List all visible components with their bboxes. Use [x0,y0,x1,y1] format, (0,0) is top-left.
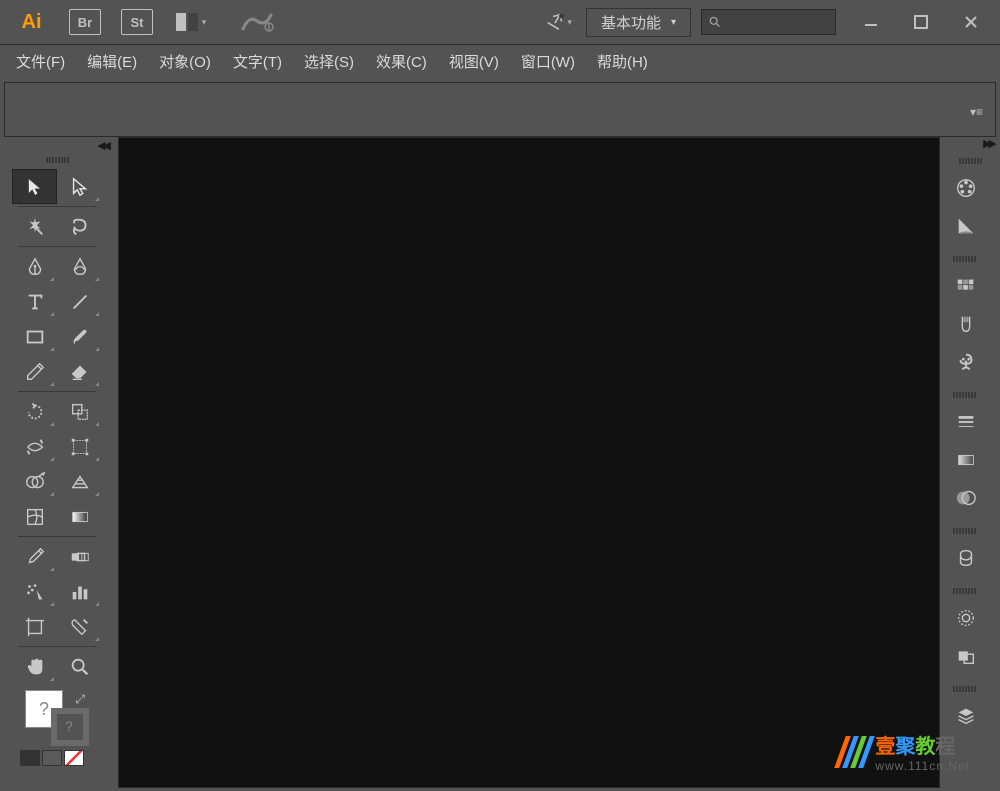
panel-group-grip[interactable] [944,527,984,535]
symbol-sprayer-tool[interactable] [12,574,57,609]
scale-tool[interactable] [57,394,102,429]
symbols-panel-button[interactable] [944,343,988,381]
pen-tool[interactable] [12,249,57,284]
menu-edit[interactable]: 编辑(E) [87,51,137,72]
right-panel-dock [940,153,1000,788]
workspace-switcher[interactable]: 基本功能▾ [586,8,691,37]
arrange-documents-button[interactable]: ▾ [173,9,209,35]
paintbrush-tool[interactable] [57,319,102,354]
selection-tool[interactable] [12,169,57,204]
tools-panel-grip[interactable] [12,155,102,165]
swatches-panel-button[interactable] [944,267,988,305]
hand-tool[interactable] [12,649,57,684]
type-tool[interactable] [12,284,57,319]
draw-mode-swatch[interactable] [64,750,84,766]
panel-group-grip[interactable] [944,255,984,263]
app-logo: Ai [14,5,49,40]
panel-group-grip[interactable] [944,685,984,693]
search-input[interactable] [701,9,836,35]
close-button[interactable] [946,7,996,37]
minimize-button[interactable] [846,7,896,37]
gradient-panel-button[interactable] [944,441,988,479]
mesh-tool[interactable] [12,499,57,534]
slice-tool[interactable] [57,609,102,644]
eraser-tool[interactable] [57,354,102,389]
eyedropper-tool[interactable] [12,539,57,574]
control-bar: ▾≡ [4,82,996,137]
draw-mode-swatch[interactable] [42,750,62,766]
sync-settings-icon[interactable]: ▾ [546,9,572,35]
watermark: 壹聚教程 www.111cn.Net [840,730,970,773]
panel-group-grip[interactable] [944,391,984,399]
blend-tool[interactable] [57,539,102,574]
rotate-tool[interactable] [12,394,57,429]
line-segment-tool[interactable] [57,284,102,319]
width-tool[interactable] [12,429,57,464]
collapse-panels-icon[interactable]: ▶▶ [983,137,994,153]
menu-window[interactable]: 窗口(W) [521,51,575,72]
artboard-tool[interactable] [12,609,57,644]
title-bar: Ai Br St ▾ ▾ 基本功能▾ [0,0,1000,45]
tools-panel: ? ⤢ [12,153,102,788]
collapse-tools-icon[interactable]: ◀◀ [97,139,108,153]
direct-selection-tool[interactable] [57,169,102,204]
menu-file[interactable]: 文件(F) [16,51,65,72]
zoom-tool[interactable] [57,649,102,684]
menu-object[interactable]: 对象(O) [159,51,211,72]
magic-wand-tool[interactable] [12,209,57,244]
gradient-tool[interactable] [57,499,102,534]
menu-type[interactable]: 文字(T) [233,51,282,72]
maximize-button[interactable] [896,7,946,37]
menu-effect[interactable]: 效果(C) [376,51,427,72]
brushes-panel-button[interactable] [944,305,988,343]
stroke-swatch[interactable] [51,708,89,746]
perspective-grid-tool[interactable] [57,464,102,499]
menu-view[interactable]: 视图(V) [449,51,499,72]
appearance-panel-button[interactable] [944,599,988,637]
rectangle-tool[interactable] [12,319,57,354]
gpu-performance-icon[interactable] [239,11,275,33]
free-transform-tool[interactable] [57,429,102,464]
graphic-styles-panel-button[interactable] [944,637,988,675]
control-bar-menu-icon[interactable]: ▾≡ [970,105,983,119]
color-guide-panel-button[interactable] [944,207,988,245]
canvas-area[interactable] [118,137,940,788]
swap-fill-stroke-icon[interactable]: ⤢ [75,692,85,707]
transparency-panel-button[interactable] [944,479,988,517]
pencil-tool[interactable] [12,354,57,389]
fill-stroke-swatches[interactable]: ? ⤢ [19,690,95,746]
draw-mode-swatch[interactable] [20,750,40,766]
stock-badge[interactable]: St [121,9,153,35]
stroke-panel-button[interactable] [944,403,988,441]
lasso-tool[interactable] [57,209,102,244]
menu-help[interactable]: 帮助(H) [597,51,648,72]
column-graph-tool[interactable] [57,574,102,609]
panel-group-grip[interactable] [944,587,984,595]
bridge-badge[interactable]: Br [69,9,101,35]
menu-bar: 文件(F) 编辑(E) 对象(O) 文字(T) 选择(S) 效果(C) 视图(V… [0,45,1000,78]
shape-builder-tool[interactable] [12,464,57,499]
color-panel-button[interactable] [944,169,988,207]
libraries-panel-button[interactable] [944,539,988,577]
menu-select[interactable]: 选择(S) [304,51,354,72]
curvature-tool[interactable] [57,249,102,284]
right-panel-grip[interactable] [950,157,990,165]
